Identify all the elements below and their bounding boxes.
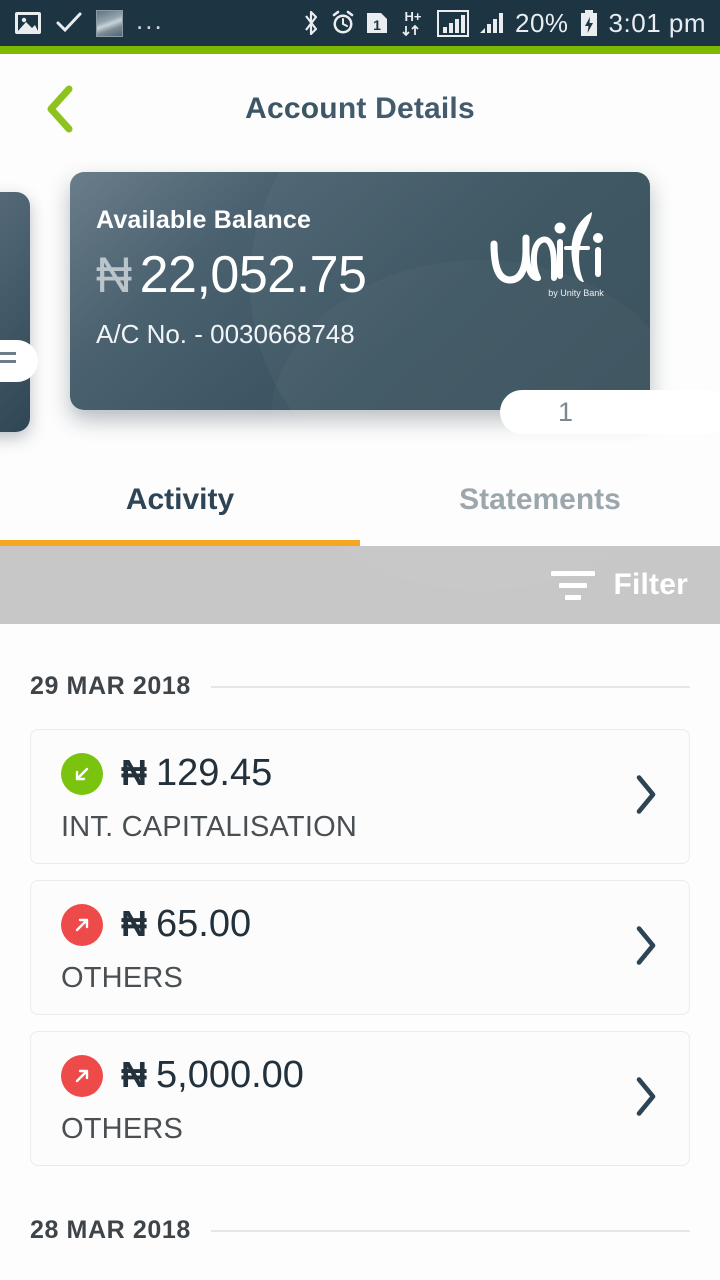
transaction-amount: ₦ 5,000.00 — [121, 1054, 304, 1097]
app-header: Account Details — [0, 54, 720, 164]
date-divider — [210, 685, 690, 688]
transaction-content: ₦ 129.45 INT. CAPITALISATION — [61, 752, 663, 844]
balance-amount-value: 22,052.75 — [139, 246, 367, 304]
alarm-icon — [332, 10, 354, 34]
transaction-description: OTHERS — [61, 962, 184, 994]
battery-charging-icon — [580, 10, 597, 36]
transaction-description: INT. CAPITALISATION — [61, 811, 357, 843]
transaction-description: OTHERS — [61, 1113, 184, 1145]
account-number-label: A/C No. - 0030668748 — [96, 319, 355, 349]
filter-bar[interactable]: Filter — [0, 546, 720, 624]
image-thumbnail — [96, 9, 123, 37]
page-title: Account Details — [245, 92, 475, 125]
chevron-right-icon — [633, 923, 659, 972]
naira-symbol: ₦ — [121, 903, 147, 944]
transaction-amount-value: 129.45 — [156, 752, 273, 794]
transaction-amount-value: 5,000.00 — [156, 1054, 304, 1096]
photo-icon — [15, 12, 41, 34]
status-bar-left: ... — [14, 7, 164, 39]
arrow-down-left-icon — [61, 752, 103, 795]
tab-activity[interactable]: Activity — [0, 454, 360, 546]
transaction-row[interactable]: ₦ 129.45 INT. CAPITALISATION — [30, 729, 690, 864]
signal-2-icon — [480, 13, 503, 33]
tab-statements-label: Statements — [459, 483, 621, 516]
date-divider — [210, 1229, 690, 1232]
chevron-right-icon — [633, 1074, 659, 1123]
check-icon — [56, 12, 82, 33]
clock-label: 3:01 pm — [608, 7, 706, 38]
chevron-right-icon — [633, 772, 659, 821]
tab-activity-label: Activity — [125, 483, 235, 516]
date-group-header-partial: 28 MAR 2018 — [30, 1182, 690, 1245]
account-balance-card[interactable]: Available Balance ₦ 22,052.75 A/C No. - … — [70, 172, 720, 434]
date-group-header: 29 MAR 2018 — [30, 624, 690, 729]
previous-account-card[interactable] — [0, 192, 38, 432]
svg-text:by Unity Bank: by Unity Bank — [548, 288, 604, 298]
account-card-carousel[interactable]: Available Balance ₦ 22,052.75 A/C No. - … — [0, 164, 720, 454]
naira-symbol: ₦ — [121, 752, 147, 793]
svg-text:H+: H+ — [405, 9, 422, 24]
transaction-amount-row: ₦ 5,000.00 — [61, 1054, 663, 1097]
date-group-label: 29 MAR 2018 — [30, 672, 191, 700]
filter-label: Filter — [613, 568, 688, 601]
transaction-content: ₦ 5,000.00 OTHERS — [61, 1054, 663, 1146]
transaction-row[interactable]: ₦ 5,000.00 OTHERS — [30, 1031, 690, 1166]
signal-1-icon — [437, 10, 469, 37]
arrow-up-right-icon — [61, 1054, 103, 1097]
status-bar-right: 1 H+ 20% 3:01 pm — [301, 8, 706, 39]
battery-percent-label: 20% — [515, 7, 569, 38]
card-page-number: 1 — [558, 396, 574, 427]
transaction-amount-row: ₦ 65.00 — [61, 903, 663, 946]
account-tabs: Activity Statements — [0, 454, 720, 546]
arrow-up-right-icon — [61, 903, 103, 946]
sim-1-icon: 1 — [367, 13, 387, 33]
unifi-logo: by Unity Bank — [488, 208, 608, 305]
transaction-amount: ₦ 129.45 — [121, 752, 272, 795]
card-page-indicator: 1 — [500, 390, 720, 434]
hplus-data-icon: H+ — [402, 9, 422, 37]
tab-statements[interactable]: Statements — [360, 454, 720, 546]
svg-text:1: 1 — [373, 17, 381, 33]
transaction-amount-row: ₦ 129.45 — [61, 752, 663, 795]
transaction-amount-value: 65.00 — [156, 903, 252, 945]
previous-card-pill — [0, 340, 38, 382]
transaction-row[interactable]: ₦ 65.00 OTHERS — [30, 880, 690, 1015]
transaction-list: 29 MAR 2018 ₦ 129.45 INT. CAPITALISATION… — [0, 624, 720, 1245]
bluetooth-icon — [305, 10, 318, 36]
overflow-dots: ... — [136, 5, 164, 35]
green-accent-bar — [0, 46, 720, 54]
transaction-content: ₦ 65.00 OTHERS — [61, 903, 663, 995]
naira-symbol: ₦ — [96, 247, 132, 303]
transaction-amount: ₦ 65.00 — [121, 903, 251, 946]
filter-lines-icon — [551, 570, 596, 600]
status-bar: ... 1 H+ 20% 3:01 pm — [0, 0, 720, 46]
account-details-screen: ... 1 H+ 20% 3:01 pm Account Details Ava… — [0, 0, 720, 1280]
naira-symbol: ₦ — [121, 1054, 147, 1095]
date-group-label: 28 MAR 2018 — [30, 1216, 191, 1244]
